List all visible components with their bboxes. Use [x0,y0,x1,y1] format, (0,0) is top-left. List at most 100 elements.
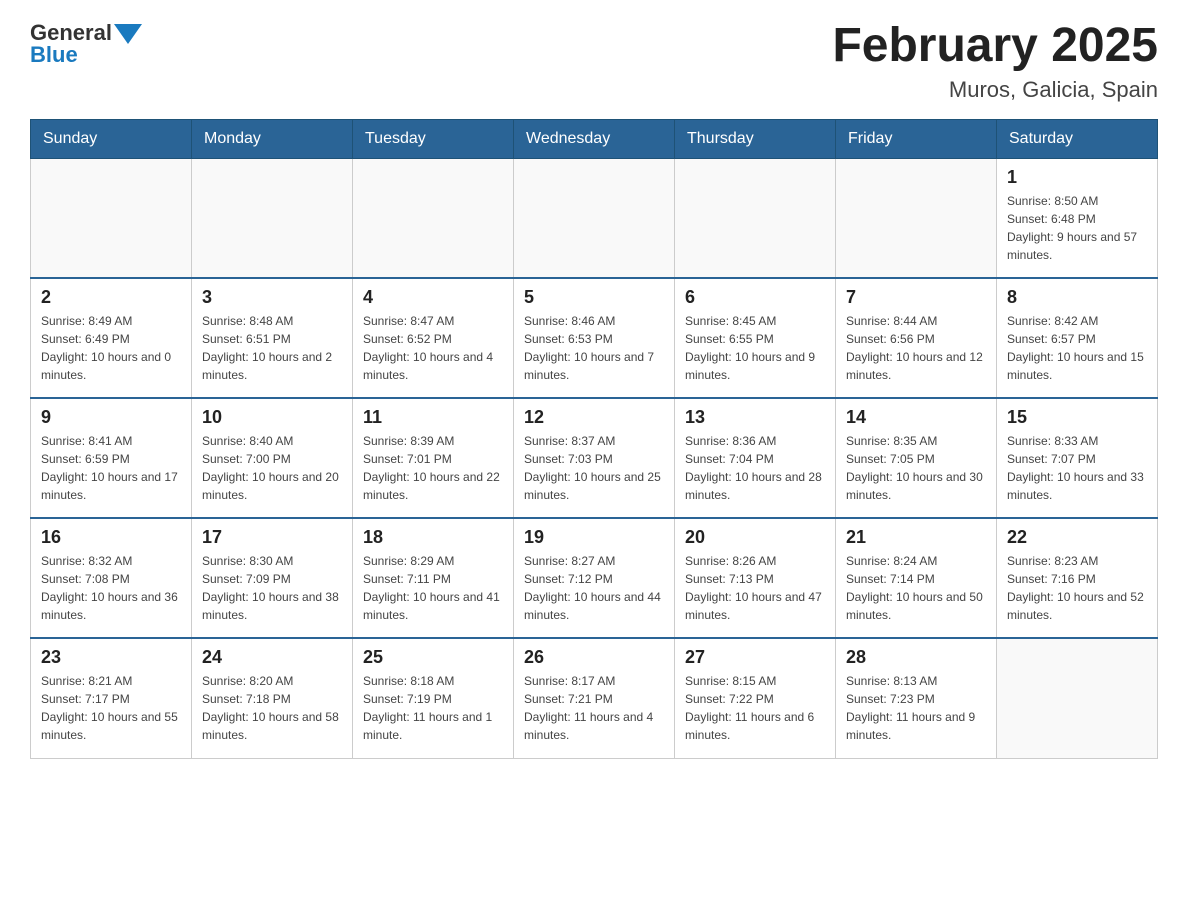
day-info: Sunrise: 8:35 AM Sunset: 7:05 PM Dayligh… [846,432,986,504]
calendar-cell: 18 Sunrise: 8:29 AM Sunset: 7:11 PM Dayli… [353,518,514,638]
day-info: Sunrise: 8:29 AM Sunset: 7:11 PM Dayligh… [363,552,503,624]
day-number: 25 [363,647,503,668]
calendar-cell: 24 Sunrise: 8:20 AM Sunset: 7:18 PM Dayli… [192,638,353,758]
title-section: February 2025 Muros, Galicia, Spain [832,20,1158,103]
calendar-cell: 26 Sunrise: 8:17 AM Sunset: 7:21 PM Dayli… [514,638,675,758]
calendar-cell: 14 Sunrise: 8:35 AM Sunset: 7:05 PM Dayli… [836,398,997,518]
day-number: 6 [685,287,825,308]
day-number: 2 [41,287,181,308]
calendar-cell: 28 Sunrise: 8:13 AM Sunset: 7:23 PM Dayli… [836,638,997,758]
day-info: Sunrise: 8:46 AM Sunset: 6:53 PM Dayligh… [524,312,664,384]
logo: General Blue [30,20,142,68]
calendar-cell [514,158,675,278]
calendar-cell: 16 Sunrise: 8:32 AM Sunset: 7:08 PM Dayli… [31,518,192,638]
calendar-cell: 10 Sunrise: 8:40 AM Sunset: 7:00 PM Dayli… [192,398,353,518]
day-number: 10 [202,407,342,428]
day-info: Sunrise: 8:36 AM Sunset: 7:04 PM Dayligh… [685,432,825,504]
day-number: 17 [202,527,342,548]
day-info: Sunrise: 8:26 AM Sunset: 7:13 PM Dayligh… [685,552,825,624]
day-info: Sunrise: 8:23 AM Sunset: 7:16 PM Dayligh… [1007,552,1147,624]
day-number: 4 [363,287,503,308]
day-number: 26 [524,647,664,668]
calendar-week-row: 16 Sunrise: 8:32 AM Sunset: 7:08 PM Dayli… [31,518,1158,638]
calendar-cell [836,158,997,278]
calendar-cell: 22Sunrise: 8:23 AM Sunset: 7:16 PM Dayli… [997,518,1158,638]
logo-text-blue: Blue [30,42,78,68]
weekday-header-monday: Monday [192,119,353,158]
day-number: 1 [1007,167,1147,188]
calendar-cell [192,158,353,278]
calendar-cell: 5 Sunrise: 8:46 AM Sunset: 6:53 PM Daylig… [514,278,675,398]
day-info: Sunrise: 8:15 AM Sunset: 7:22 PM Dayligh… [685,672,825,744]
calendar-week-row: 2 Sunrise: 8:49 AM Sunset: 6:49 PM Daylig… [31,278,1158,398]
day-info: Sunrise: 8:18 AM Sunset: 7:19 PM Dayligh… [363,672,503,744]
day-number: 3 [202,287,342,308]
calendar-cell: 21 Sunrise: 8:24 AM Sunset: 7:14 PM Dayli… [836,518,997,638]
day-number: 9 [41,407,181,428]
weekday-header-friday: Friday [836,119,997,158]
day-info: Sunrise: 8:41 AM Sunset: 6:59 PM Dayligh… [41,432,181,504]
calendar-cell: 9 Sunrise: 8:41 AM Sunset: 6:59 PM Daylig… [31,398,192,518]
calendar-table: SundayMondayTuesdayWednesdayThursdayFrid… [30,119,1158,759]
logo-triangle-icon [114,24,142,44]
day-number: 13 [685,407,825,428]
calendar-week-row: 23 Sunrise: 8:21 AM Sunset: 7:17 PM Dayli… [31,638,1158,758]
day-info: Sunrise: 8:49 AM Sunset: 6:49 PM Dayligh… [41,312,181,384]
day-number: 12 [524,407,664,428]
day-info: Sunrise: 8:39 AM Sunset: 7:01 PM Dayligh… [363,432,503,504]
day-number: 5 [524,287,664,308]
calendar-cell [675,158,836,278]
calendar-cell: 13 Sunrise: 8:36 AM Sunset: 7:04 PM Dayli… [675,398,836,518]
calendar-cell: 2 Sunrise: 8:49 AM Sunset: 6:49 PM Daylig… [31,278,192,398]
day-number: 20 [685,527,825,548]
day-number: 18 [363,527,503,548]
day-info: Sunrise: 8:20 AM Sunset: 7:18 PM Dayligh… [202,672,342,744]
location-subtitle: Muros, Galicia, Spain [832,77,1158,103]
day-info: Sunrise: 8:44 AM Sunset: 6:56 PM Dayligh… [846,312,986,384]
day-info: Sunrise: 8:17 AM Sunset: 7:21 PM Dayligh… [524,672,664,744]
calendar-cell [31,158,192,278]
calendar-cell: 12 Sunrise: 8:37 AM Sunset: 7:03 PM Dayli… [514,398,675,518]
day-info: Sunrise: 8:13 AM Sunset: 7:23 PM Dayligh… [846,672,986,744]
day-info: Sunrise: 8:47 AM Sunset: 6:52 PM Dayligh… [363,312,503,384]
weekday-header-saturday: Saturday [997,119,1158,158]
day-info: Sunrise: 8:42 AM Sunset: 6:57 PM Dayligh… [1007,312,1147,384]
day-info: Sunrise: 8:32 AM Sunset: 7:08 PM Dayligh… [41,552,181,624]
day-info: Sunrise: 8:37 AM Sunset: 7:03 PM Dayligh… [524,432,664,504]
calendar-cell: 7 Sunrise: 8:44 AM Sunset: 6:56 PM Daylig… [836,278,997,398]
day-number: 24 [202,647,342,668]
day-number: 15 [1007,407,1147,428]
day-info: Sunrise: 8:48 AM Sunset: 6:51 PM Dayligh… [202,312,342,384]
calendar-cell: 17 Sunrise: 8:30 AM Sunset: 7:09 PM Dayli… [192,518,353,638]
day-info: Sunrise: 8:21 AM Sunset: 7:17 PM Dayligh… [41,672,181,744]
calendar-cell: 15Sunrise: 8:33 AM Sunset: 7:07 PM Dayli… [997,398,1158,518]
weekday-header-thursday: Thursday [675,119,836,158]
day-info: Sunrise: 8:40 AM Sunset: 7:00 PM Dayligh… [202,432,342,504]
day-info: Sunrise: 8:30 AM Sunset: 7:09 PM Dayligh… [202,552,342,624]
day-number: 11 [363,407,503,428]
day-info: Sunrise: 8:50 AM Sunset: 6:48 PM Dayligh… [1007,192,1147,264]
calendar-cell: 27 Sunrise: 8:15 AM Sunset: 7:22 PM Dayli… [675,638,836,758]
day-number: 28 [846,647,986,668]
day-number: 16 [41,527,181,548]
calendar-cell: 19 Sunrise: 8:27 AM Sunset: 7:12 PM Dayli… [514,518,675,638]
day-number: 8 [1007,287,1147,308]
day-number: 14 [846,407,986,428]
day-number: 21 [846,527,986,548]
day-number: 27 [685,647,825,668]
day-number: 23 [41,647,181,668]
page-header: General Blue February 2025 Muros, Galici… [30,20,1158,103]
calendar-cell: 3 Sunrise: 8:48 AM Sunset: 6:51 PM Daylig… [192,278,353,398]
day-number: 19 [524,527,664,548]
day-info: Sunrise: 8:24 AM Sunset: 7:14 PM Dayligh… [846,552,986,624]
calendar-cell: 6 Sunrise: 8:45 AM Sunset: 6:55 PM Daylig… [675,278,836,398]
weekday-header-tuesday: Tuesday [353,119,514,158]
day-info: Sunrise: 8:45 AM Sunset: 6:55 PM Dayligh… [685,312,825,384]
calendar-week-row: 9 Sunrise: 8:41 AM Sunset: 6:59 PM Daylig… [31,398,1158,518]
calendar-cell: 8 Sunrise: 8:42 AM Sunset: 6:57 PM Daylig… [997,278,1158,398]
calendar-cell [997,638,1158,758]
day-number: 7 [846,287,986,308]
weekday-header-wednesday: Wednesday [514,119,675,158]
day-info: Sunrise: 8:27 AM Sunset: 7:12 PM Dayligh… [524,552,664,624]
calendar-cell: 11 Sunrise: 8:39 AM Sunset: 7:01 PM Dayli… [353,398,514,518]
